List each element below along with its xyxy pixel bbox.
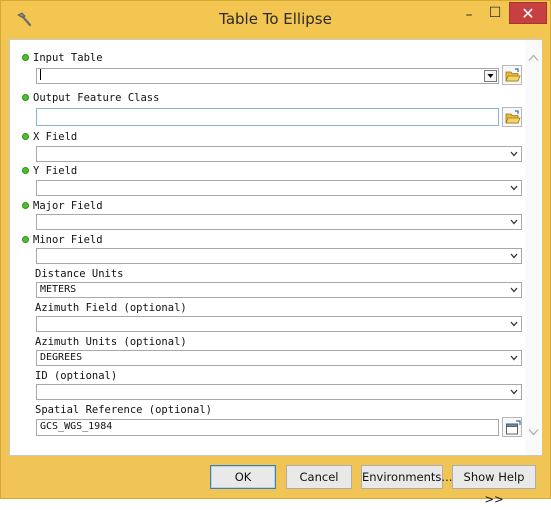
required-dot-icon [22, 133, 29, 140]
required-dot-icon [22, 167, 29, 174]
chevron-down-icon [510, 321, 518, 327]
required-dot-icon [22, 94, 29, 101]
spatial-reference-value: GCS_WGS_1984 [40, 421, 113, 432]
azimuth-units-select[interactable]: DEGREES [36, 350, 522, 366]
input-table-dropdown-button[interactable] [484, 70, 497, 82]
id-field-label: ID (optional) [35, 370, 118, 382]
output-feature-class-browse-button[interactable] [502, 107, 522, 127]
x-field-label-row: X Field [22, 131, 77, 143]
chevron-down-icon [510, 389, 518, 395]
azimuth-units-value: DEGREES [40, 352, 83, 363]
ok-button[interactable]: OK [210, 465, 276, 489]
distance-units-label: Distance Units [35, 268, 124, 280]
spatial-reference-input[interactable]: GCS_WGS_1984 [36, 419, 499, 436]
major-field-select[interactable] [36, 214, 522, 230]
spatial-reference-properties-button[interactable] [502, 417, 522, 437]
chevron-down-icon [510, 185, 518, 191]
triangle-down-icon [487, 74, 494, 78]
dialog-window: Table To Ellipse – ☐ ✕ Input Table Outpu… [0, 0, 551, 506]
major-field-label: Major Field [33, 200, 103, 212]
parameters-panel: Input Table Output Feature Class X Field… [9, 39, 542, 456]
spatial-reference-label: Spatial Reference (optional) [35, 404, 213, 416]
y-field-label: Y Field [33, 165, 78, 177]
azimuth-field-label: Azimuth Field (optional) [35, 302, 187, 314]
x-field-label: X Field [33, 131, 78, 143]
spatial-reference-properties-icon [506, 420, 521, 435]
scroll-up-icon[interactable] [528, 54, 539, 62]
minor-field-select[interactable] [36, 248, 522, 264]
distance-units-select[interactable]: METERS [36, 282, 522, 298]
input-table-combobox[interactable] [36, 68, 499, 84]
output-feature-class-label-row: Output Feature Class [22, 92, 159, 104]
minor-field-label-row: Minor Field [22, 234, 103, 246]
azimuth-units-label: Azimuth Units (optional) [35, 336, 187, 348]
open-folder-icon [505, 110, 521, 124]
distance-units-value: METERS [40, 284, 77, 295]
input-table-label: Input Table [33, 52, 103, 64]
chevron-down-icon [510, 355, 518, 361]
text-cursor [40, 69, 41, 80]
output-feature-class-label: Output Feature Class [33, 92, 160, 104]
major-field-label-row: Major Field [22, 200, 103, 212]
x-field-select[interactable] [36, 146, 522, 162]
environments-button[interactable]: Environments... [361, 465, 452, 489]
input-table-label-row: Input Table [22, 52, 103, 64]
show-help-button[interactable]: Show Help >> [452, 465, 536, 506]
open-folder-icon [505, 68, 521, 82]
minor-field-label: Minor Field [33, 234, 103, 246]
maximize-button[interactable]: ☐ [482, 5, 508, 27]
y-field-label-row: Y Field [22, 165, 77, 177]
chevron-down-icon [510, 287, 518, 293]
cancel-button[interactable]: Cancel [286, 465, 352, 489]
chevron-down-icon [510, 219, 518, 225]
chevron-down-icon [510, 253, 518, 259]
required-dot-icon [22, 236, 29, 243]
id-field-select[interactable] [36, 384, 522, 400]
vertical-scrollbar[interactable] [525, 40, 542, 455]
azimuth-field-select[interactable] [36, 316, 522, 332]
output-feature-class-input[interactable] [36, 108, 499, 126]
title-bar[interactable]: Table To Ellipse – ☐ ✕ [1, 1, 550, 39]
required-dot-icon [22, 202, 29, 209]
y-field-select[interactable] [36, 180, 522, 196]
scroll-down-icon[interactable] [528, 428, 539, 436]
minimize-button[interactable]: – [456, 7, 482, 29]
input-table-browse-button[interactable] [502, 65, 522, 85]
close-button[interactable]: ✕ [509, 2, 547, 24]
chevron-down-icon [510, 151, 518, 157]
required-dot-icon [22, 54, 29, 61]
